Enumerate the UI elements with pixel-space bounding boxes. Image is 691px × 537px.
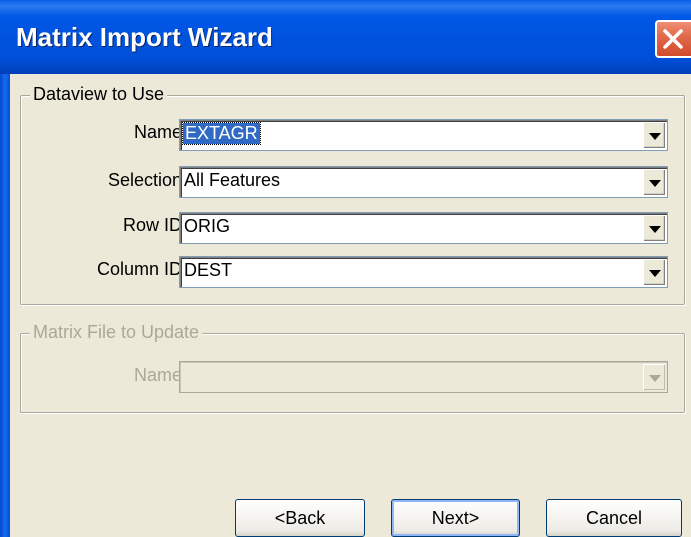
matrix-name-dropdown xyxy=(179,361,668,393)
window-frame xyxy=(0,74,10,537)
selection-value: All Features xyxy=(184,170,281,190)
window-title: Matrix Import Wizard xyxy=(16,22,273,52)
chevron-down-icon[interactable] xyxy=(643,122,665,148)
name-label: Name xyxy=(133,122,182,142)
row-id-value: ORIG xyxy=(184,216,231,236)
selection-dropdown[interactable]: All Features xyxy=(179,166,668,198)
back-button[interactable]: <Back xyxy=(235,499,365,537)
next-button[interactable]: Next> xyxy=(391,499,520,537)
row-id-dropdown[interactable]: ORIG xyxy=(179,212,668,244)
column-id-value: DEST xyxy=(184,260,233,280)
chevron-down-icon[interactable] xyxy=(643,169,665,195)
dialog-window: Matrix Import Wizard Dataview to Use Nam… xyxy=(0,0,691,537)
chevron-down-icon xyxy=(643,364,665,390)
row-id-label: Row ID xyxy=(122,215,182,235)
dialog-body: Dataview to Use Name EXTAGR Selection Al… xyxy=(10,74,691,537)
close-icon xyxy=(663,29,683,49)
matrix-name-label: Name xyxy=(133,365,182,385)
cancel-button[interactable]: Cancel xyxy=(546,499,682,537)
chevron-down-icon[interactable] xyxy=(643,215,665,241)
title-bar[interactable]: Matrix Import Wizard xyxy=(0,0,691,74)
chevron-down-icon[interactable] xyxy=(643,259,665,285)
close-button[interactable] xyxy=(655,20,691,58)
name-dropdown[interactable]: EXTAGR xyxy=(179,119,668,151)
matrix-file-group-label: Matrix File to Update xyxy=(30,322,203,343)
column-id-dropdown[interactable]: DEST xyxy=(179,256,668,288)
name-value: EXTAGR xyxy=(182,122,261,145)
dataview-group-label: Dataview to Use xyxy=(30,84,168,105)
selection-label: Selection xyxy=(107,170,182,190)
column-id-label: Column ID xyxy=(96,259,182,279)
